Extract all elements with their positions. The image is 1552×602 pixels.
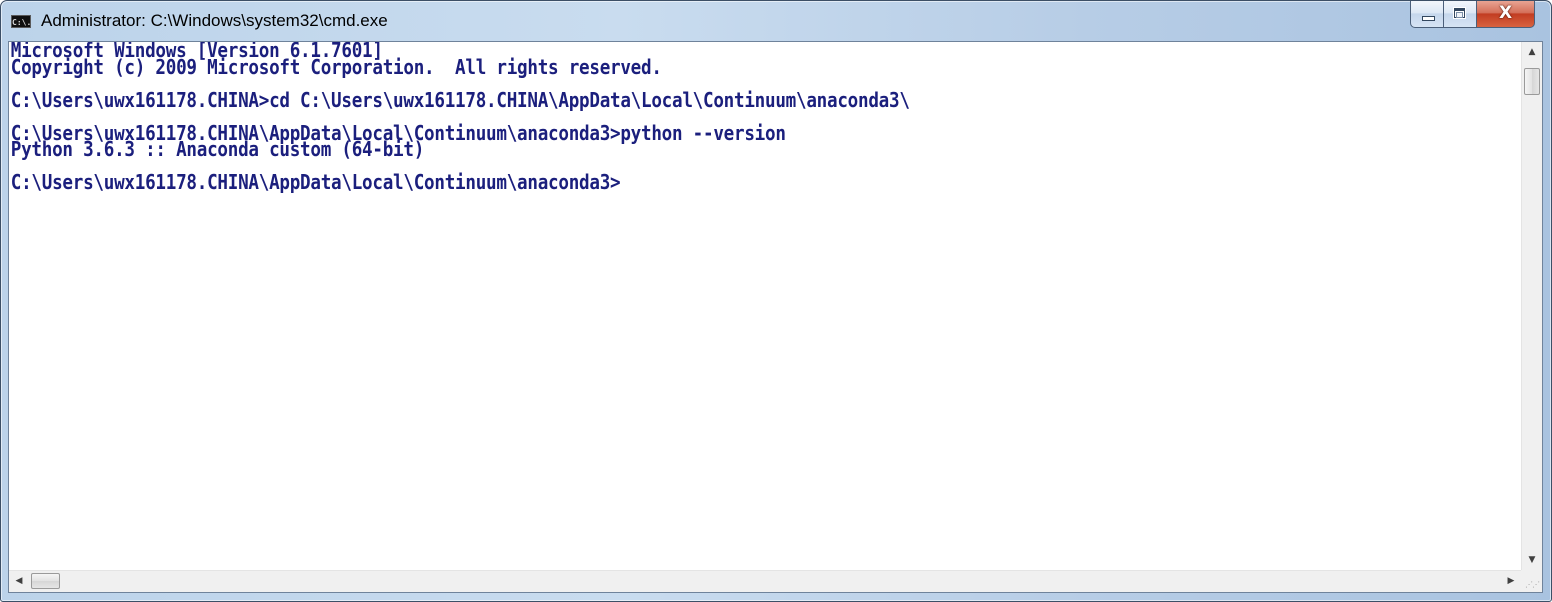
vertical-scrollbar[interactable]: ▲ ▼: [1521, 42, 1542, 570]
title-bar[interactable]: C:\. Administrator: C:\Windows\system32\…: [1, 1, 1551, 41]
console-prompt-line: C:\Users\uwx161178.CHINA\AppData\Local\C…: [10, 170, 621, 194]
window-title: Administrator: C:\Windows\system32\cmd.e…: [41, 11, 388, 30]
close-icon: X: [1498, 3, 1513, 23]
cmd-window: C:\. Administrator: C:\Windows\system32\…: [0, 0, 1552, 602]
size-grip-icon: ⋰⋰: [1525, 580, 1540, 589]
minimize-icon: [1422, 16, 1435, 21]
console-client-area: Microsoft Windows [Version 6.1.7601] Cop…: [8, 41, 1543, 593]
minimize-button[interactable]: [1410, 1, 1444, 28]
horizontal-scroll-thumb[interactable]: [31, 573, 60, 589]
scroll-right-arrow-icon[interactable]: ▶: [1501, 571, 1521, 592]
horizontal-scrollbar[interactable]: ◀ ▶: [9, 570, 1521, 592]
scroll-left-arrow-icon[interactable]: ◀: [9, 571, 29, 592]
scroll-up-arrow-icon[interactable]: ▲: [1522, 42, 1542, 62]
console-line: Python 3.6.3 :: Anaconda custom (64-bit): [10, 137, 425, 161]
console-output[interactable]: Microsoft Windows [Version 6.1.7601] Cop…: [9, 42, 1521, 570]
maximize-icon: [1454, 8, 1465, 18]
maximize-button[interactable]: [1444, 1, 1477, 28]
size-grip[interactable]: ⋰⋰: [1521, 570, 1542, 592]
caption-buttons: X: [1410, 1, 1535, 29]
console-line: Copyright (c) 2009 Microsoft Corporation…: [10, 54, 662, 79]
console-line: C:\Users\uwx161178.CHINA>cd C:\Users\uwx…: [10, 87, 910, 112]
scroll-down-arrow-icon[interactable]: ▼: [1522, 550, 1542, 570]
vertical-scroll-thumb[interactable]: [1524, 68, 1540, 95]
cmd-console-icon[interactable]: C:\.: [11, 15, 31, 28]
close-button[interactable]: X: [1477, 1, 1535, 28]
